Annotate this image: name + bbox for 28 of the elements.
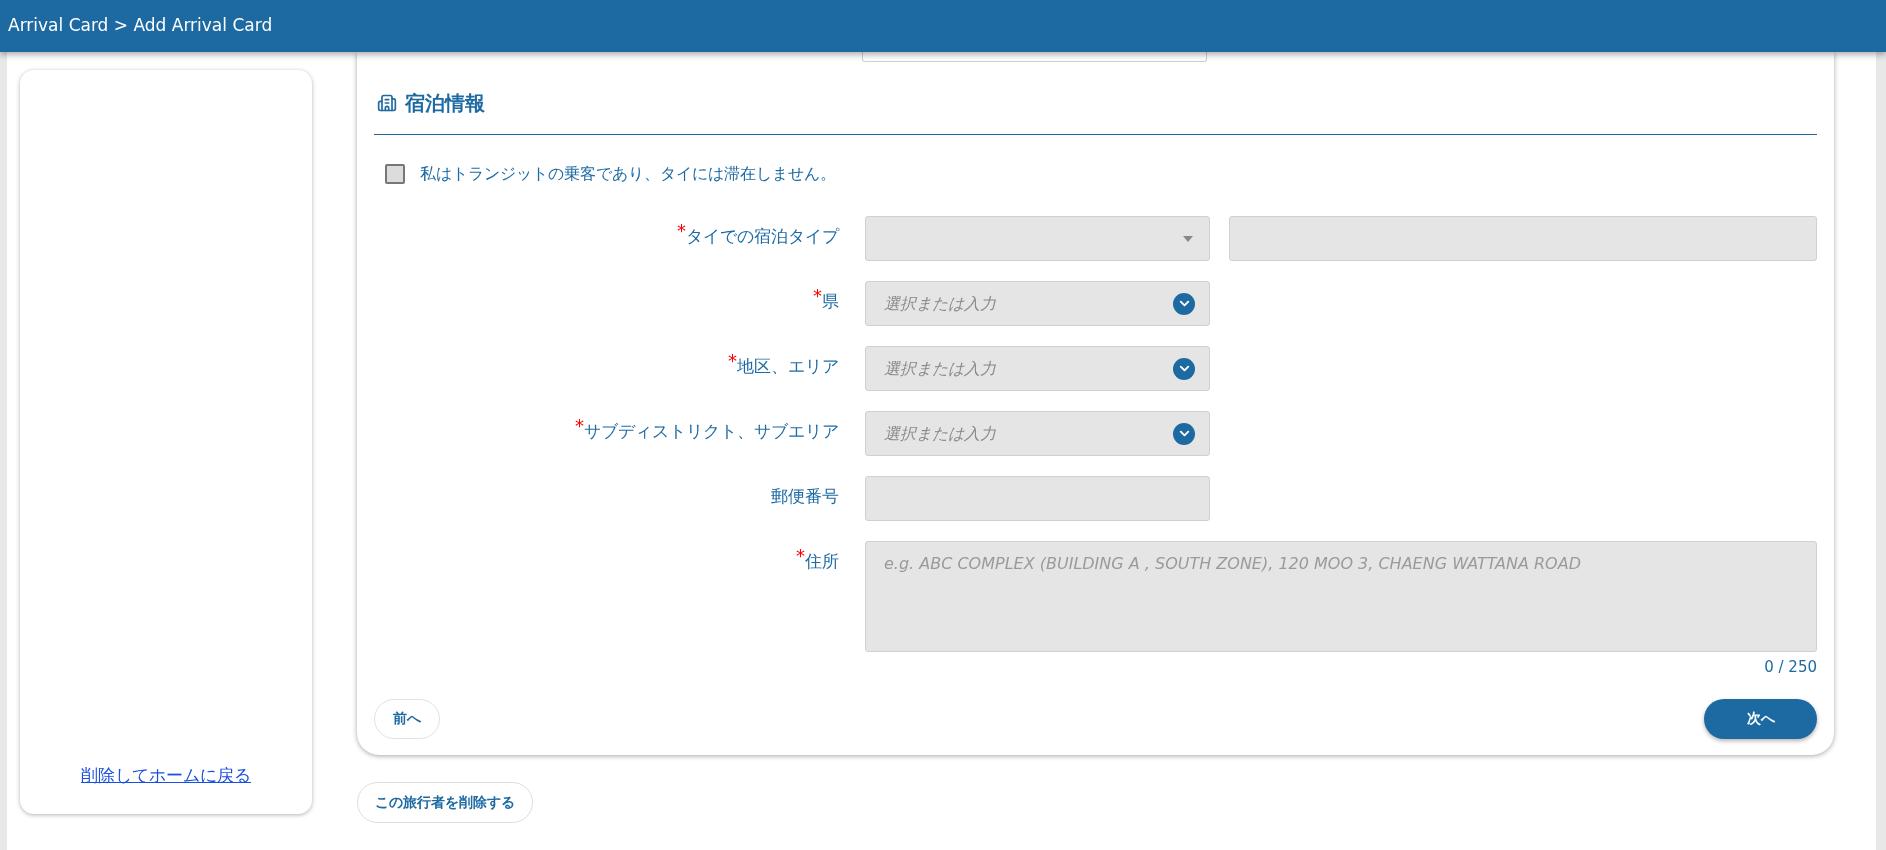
delete-traveler-button[interactable]: この旅行者を削除する [357, 781, 533, 823]
field-label: *県 [813, 287, 839, 313]
building-icon [377, 93, 397, 113]
select-field[interactable] [865, 216, 1210, 261]
character-counter: 0 / 250 [1764, 657, 1817, 678]
input-field[interactable] [865, 476, 1210, 521]
section-title: 宿泊情報 [405, 90, 485, 117]
input-field[interactable] [1229, 216, 1817, 261]
field-label: *住所 [796, 547, 839, 573]
chevron-down-icon [1173, 292, 1195, 315]
input-field[interactable] [862, 52, 1207, 62]
checkbox-label: 私はトランジットの乗客であり、タイには滞在しません。 [420, 163, 836, 185]
caret-icon [1183, 235, 1193, 242]
checkbox[interactable] [385, 164, 405, 184]
chevron-down-icon [1173, 357, 1195, 380]
back-home-link[interactable]: 削除してホームに戻る [81, 762, 251, 788]
field-label: 郵便番号 [771, 485, 839, 508]
placeholder-text: 選択または入力 [884, 422, 996, 445]
placeholder-text: 選択または入力 [884, 292, 996, 315]
field-label: *サブディストリクト、サブエリア [575, 417, 839, 443]
field-label: *タイでの宿泊タイプ [677, 222, 839, 248]
next-button[interactable]: 次へ [1704, 698, 1817, 739]
chevron-down-icon [1173, 422, 1195, 445]
placeholder-text: 選択または入力 [884, 357, 996, 380]
address-field[interactable]: e.g. ABC COMPLEX (BUILDING A , SOUTH ZONE), 120 MOO 3, CHAENG WATTANA ROAD [865, 541, 1817, 652]
breadcrumb: Arrival Card > Add Arrival Card [8, 14, 273, 38]
previous-button[interactable]: 前へ [374, 698, 440, 739]
field-label: *地区、エリア [728, 352, 839, 378]
